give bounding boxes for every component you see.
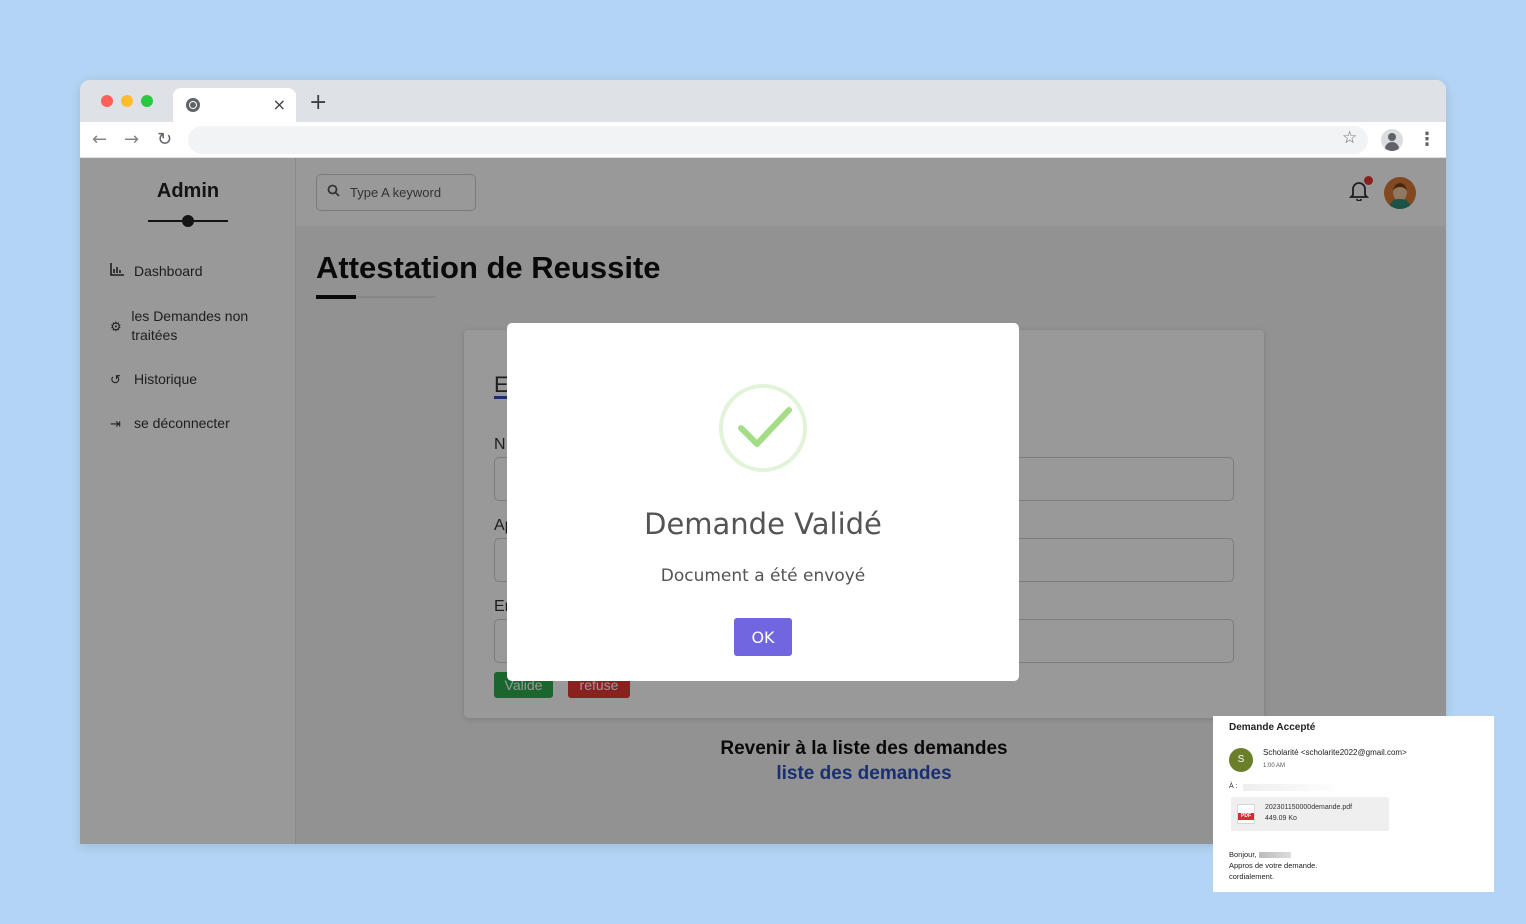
tab-close-icon[interactable]: × [273, 95, 286, 114]
profile-icon[interactable] [1381, 129, 1403, 151]
browser-tab[interactable]: × [173, 88, 296, 122]
email-preview: Demande Accepté S Scholarité <scholarite… [1213, 716, 1494, 892]
email-greeting: Bonjour, [1229, 850, 1257, 859]
chrome-icon [186, 98, 200, 112]
name-redacted [1258, 852, 1291, 859]
email-subject: Demande Accepté [1229, 722, 1316, 733]
bookmark-star-icon[interactable]: ☆ [1342, 128, 1357, 148]
recipient-redacted [1243, 784, 1343, 791]
modal-text: Document a été envoyé [660, 566, 866, 586]
success-icon [719, 384, 807, 472]
browser-tabbar: × + [80, 80, 1446, 122]
email-body: Bonjour, Appros de votre demande. cordia… [1229, 849, 1317, 882]
browser-toolbar: ← → ↻ ☆ ⋮ [80, 122, 1446, 158]
email-sender: Scholarité <scholarite2022@gmail.com> [1263, 748, 1407, 757]
attachment-name: 202301150000demande.pdf [1265, 804, 1353, 811]
success-modal: Demande Validé Document a été envoyé OK [507, 323, 1019, 681]
window-minimize-dot[interactable] [121, 95, 133, 107]
email-line-2: cordialement. [1229, 872, 1275, 881]
pdf-icon [1237, 804, 1255, 824]
window-close-dot[interactable] [101, 95, 113, 107]
email-attachment[interactable]: 202301150000demande.pdf 449.09 Ko [1231, 797, 1389, 831]
back-arrow-icon[interactable]: ← [92, 129, 107, 150]
window-maximize-dot[interactable] [141, 95, 153, 107]
reload-icon[interactable]: ↻ [157, 129, 172, 150]
sender-avatar: S [1229, 748, 1253, 772]
email-line-1: Appros de votre demande. [1229, 861, 1318, 870]
new-tab-button[interactable]: + [309, 90, 327, 115]
ok-button[interactable]: OK [734, 618, 792, 656]
email-time: 1:00 AM [1263, 763, 1286, 769]
modal-title: Demande Validé [644, 507, 882, 541]
forward-arrow-icon[interactable]: → [124, 129, 139, 150]
email-recipient-label: À : [1229, 783, 1238, 790]
address-bar[interactable] [188, 126, 1368, 154]
attachment-size: 449.09 Ko [1265, 815, 1297, 822]
menu-kebab-icon[interactable]: ⋮ [1418, 129, 1436, 150]
